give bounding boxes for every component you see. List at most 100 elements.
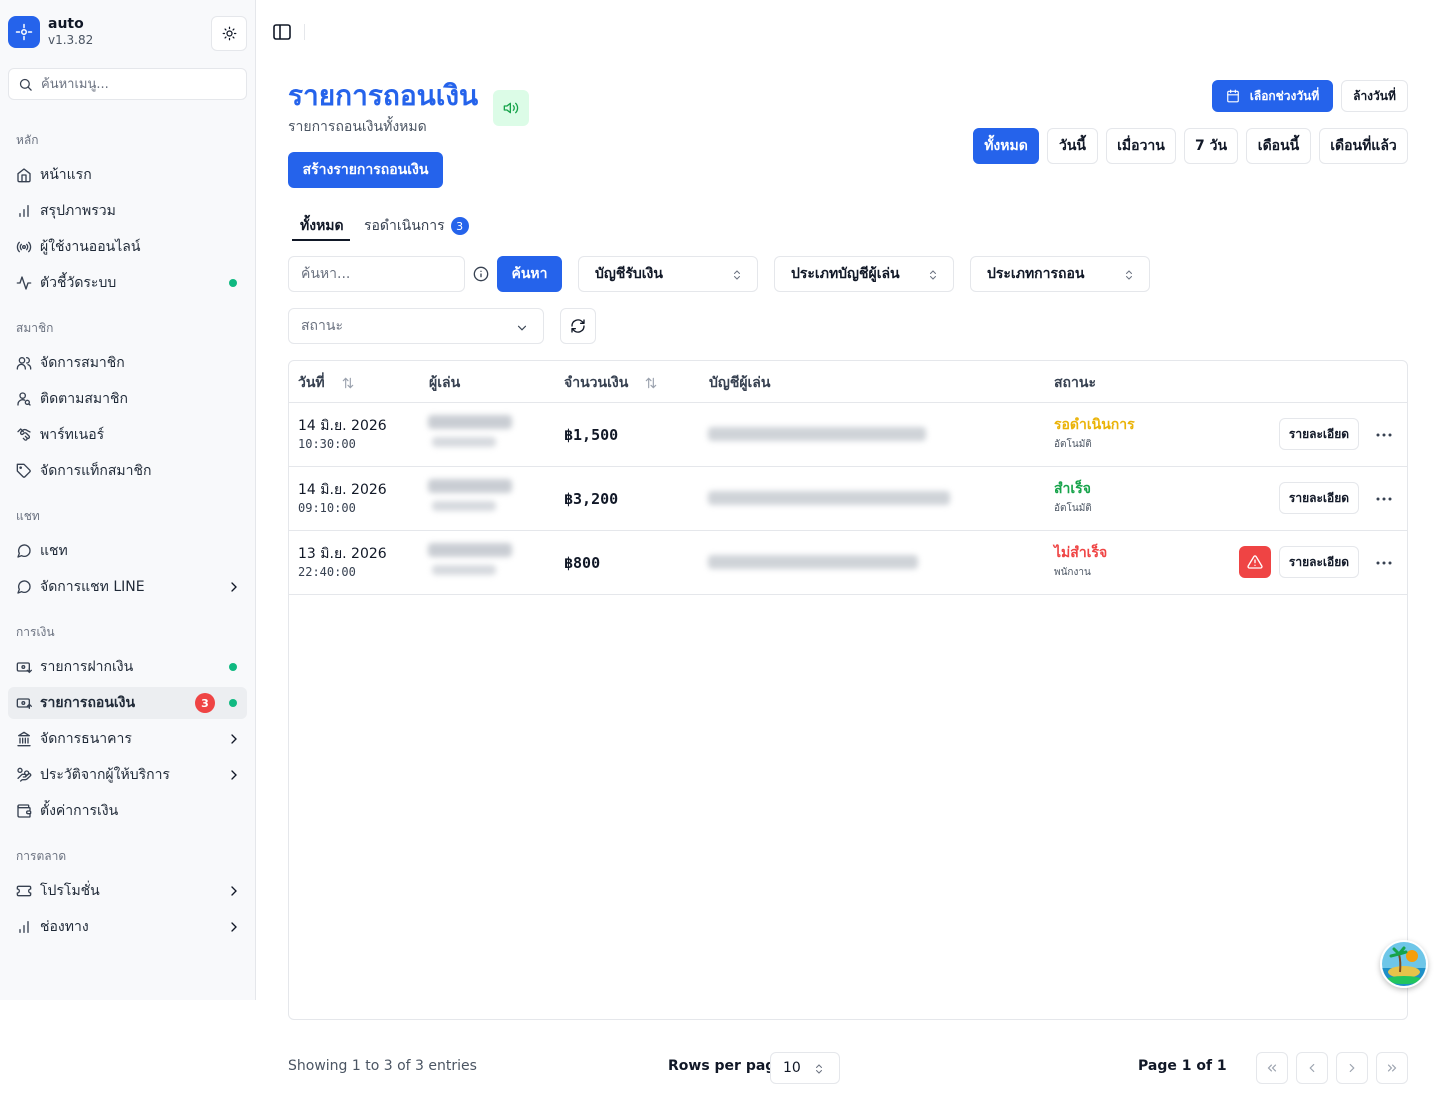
activity-icon <box>16 276 32 290</box>
player-account-redacted <box>708 491 950 505</box>
chevron-down-icon <box>517 325 527 331</box>
sidebar-item-line-chat[interactable]: จัดการแชท LINE <box>8 571 247 603</box>
sidebar-item-overview[interactable]: สรุปภาพรวม <box>8 195 247 227</box>
message-circle-icon <box>17 544 31 558</box>
sidebar-item-label: รายการถอนเงิน <box>40 695 136 711</box>
row-time: 10:30:00 <box>298 437 356 451</box>
sidebar-item-label: จัดการแท็กสมาชิก <box>40 463 152 479</box>
sidebar-item-provider-history[interactable]: ประวัติจากผู้ให้บริการ <box>8 759 247 791</box>
more-horizontal-icon <box>1376 561 1392 565</box>
row-time: 22:40:00 <box>298 565 356 579</box>
sidebar: auto v1.3.82 หลัก หน้าแรก สรุปภาพรวม ผู้… <box>0 0 256 1000</box>
user-search-icon <box>17 392 31 406</box>
player-account-type-select[interactable]: ประเภทบัญชีผู้เล่น <box>774 256 954 292</box>
withdraw-type-label: ประเภทการถอน <box>987 266 1085 282</box>
sidebar-item-label: สรุปภาพรวม <box>40 203 116 219</box>
banknote-arrow-icon <box>16 662 32 674</box>
player-name-redacted <box>428 415 512 447</box>
date-range-label: เลือกช่วงวันที่ <box>1249 88 1320 103</box>
first-page-button[interactable] <box>1256 1052 1288 1084</box>
sidebar-item-online-users[interactable]: ผู้ใช้งานออนไลน์ <box>8 231 247 263</box>
sidebar-item-track-members[interactable]: ติดตามสมาชิก <box>8 383 247 415</box>
divider <box>304 24 305 40</box>
date-range-button[interactable]: เลือกช่วงวันที่ <box>1212 80 1333 112</box>
receiving-account-select[interactable]: บัญชีรับเงิน <box>578 256 758 292</box>
app-name: auto <box>48 16 84 32</box>
tab-pending[interactable]: รอดำเนินการ 3 <box>364 210 469 242</box>
sidebar-item-channels[interactable]: ช่องทาง <box>8 911 247 943</box>
player-name-redacted <box>428 543 512 575</box>
previous-page-button[interactable] <box>1296 1052 1328 1084</box>
sidebar-item-finance-settings[interactable]: ตั้งค่าการเงิน <box>8 795 247 827</box>
refresh-button[interactable] <box>560 308 596 344</box>
pending-count-badge: 3 <box>450 217 469 235</box>
more-actions-button[interactable] <box>1369 553 1399 573</box>
sidebar-item-label: หน้าแรก <box>40 167 92 183</box>
more-horizontal-icon <box>1376 497 1392 501</box>
brand[interactable]: auto v1.3.82 <box>8 16 93 48</box>
sidebar-item-label: จัดการธนาคาร <box>40 731 132 747</box>
sidebar-item-promotions[interactable]: โปรโมชั่น <box>8 875 247 907</box>
range-all-button[interactable]: ทั้งหมด <box>973 128 1039 164</box>
details-button[interactable]: รายละเอียด <box>1279 482 1359 514</box>
row-method: พนักงาน <box>1054 567 1091 578</box>
clear-date-button[interactable]: ล้างวันที่ <box>1341 80 1408 112</box>
sidebar-item-deposits[interactable]: รายการฝากเงิน <box>8 651 247 683</box>
status-select[interactable]: สถานะ <box>288 308 544 344</box>
row-date: 14 มิ.ย. 2026 <box>298 418 387 434</box>
ticket-icon <box>16 885 32 897</box>
details-button[interactable]: รายละเอียด <box>1279 418 1359 450</box>
menu-search[interactable] <box>8 68 247 100</box>
sidebar-item-member-tags[interactable]: จัดการแท็กสมาชิก <box>8 455 247 487</box>
tab-all[interactable]: ทั้งหมด <box>300 210 344 242</box>
player-account-redacted <box>708 555 918 569</box>
sidebar-item-withdrawals[interactable]: รายการถอนเงิน 3 <box>8 687 247 719</box>
chevron-right-icon <box>231 770 237 780</box>
sidebar-item-home[interactable]: หน้าแรก <box>8 159 247 191</box>
sidebar-item-chat[interactable]: แชท <box>8 535 247 567</box>
details-button[interactable]: รายละเอียด <box>1279 546 1359 578</box>
sort-icon <box>646 377 657 389</box>
sidebar-item-label: จัดการแชท LINE <box>40 579 145 595</box>
range-this-month-button[interactable]: เดือนนี้ <box>1246 128 1311 164</box>
sidebar-item-banks[interactable]: จัดการธนาคาร <box>8 723 247 755</box>
range-last-month-button[interactable]: เดือนที่แล้ว <box>1319 128 1408 164</box>
sound-toggle-button[interactable] <box>493 90 529 126</box>
column-header-amount[interactable]: จำนวนเงิน <box>564 372 658 394</box>
sidebar-item-label: พาร์ทเนอร์ <box>40 427 105 443</box>
range-7days-button[interactable]: 7 วัน <box>1184 128 1238 164</box>
sidebar-item-label: จัดการสมาชิก <box>40 355 125 371</box>
page-title: รายการถอนเงิน <box>288 79 479 112</box>
column-header-date[interactable]: วันที่ <box>298 372 355 394</box>
sidebar-item-partners[interactable]: พาร์ทเนอร์ <box>8 419 247 451</box>
status-select-placeholder: สถานะ <box>301 318 343 334</box>
info-icon[interactable] <box>473 266 489 282</box>
more-actions-button[interactable] <box>1369 489 1399 509</box>
more-horizontal-icon <box>1376 433 1392 437</box>
error-alert-button[interactable] <box>1239 546 1271 578</box>
row-method: อัตโนมัติ <box>1054 503 1092 514</box>
alert-triangle-icon <box>1247 555 1263 569</box>
menu-search-input[interactable] <box>41 76 231 92</box>
next-page-button[interactable] <box>1336 1052 1368 1084</box>
theme-toggle-button[interactable] <box>211 16 247 51</box>
chevron-left-icon <box>1309 1063 1315 1073</box>
rows-per-page-select[interactable]: 10 <box>770 1052 840 1084</box>
last-page-button[interactable] <box>1376 1052 1408 1084</box>
create-withdrawal-button[interactable]: สร้างรายการถอนเงิน <box>288 152 443 188</box>
rows-per-page-label: Rows per page <box>668 1058 785 1074</box>
search-field[interactable] <box>288 256 465 292</box>
withdraw-type-select[interactable]: ประเภทการถอน <box>970 256 1150 292</box>
more-actions-button[interactable] <box>1369 425 1399 445</box>
sidebar-item-system-metrics[interactable]: ตัวชี้วัดระบบ <box>8 267 247 299</box>
row-amount: ฿3,200 <box>564 490 619 508</box>
range-yesterday-button[interactable]: เมื่อวาน <box>1106 128 1176 164</box>
sidebar-item-label: ตั้งค่าการเงิน <box>40 803 119 819</box>
floating-support-avatar[interactable] <box>1380 940 1428 988</box>
sidebar-toggle-button[interactable] <box>272 23 292 41</box>
page-info: Page 1 of 1 <box>1138 1058 1227 1074</box>
search-input[interactable] <box>289 266 464 282</box>
sidebar-item-manage-members[interactable]: จัดการสมาชิก <box>8 347 247 379</box>
range-today-button[interactable]: วันนี้ <box>1047 128 1098 164</box>
search-button[interactable]: ค้นหา <box>497 256 562 292</box>
